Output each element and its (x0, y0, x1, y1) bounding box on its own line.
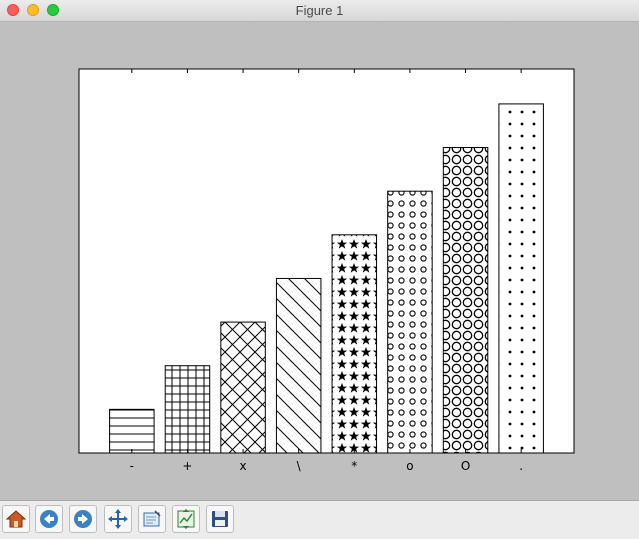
forward-arrow-icon (74, 510, 92, 528)
back-arrow-icon (40, 510, 58, 528)
bar-7 (442, 147, 489, 454)
figure-window: Figure 1 - + x \ * o O . (0, 0, 639, 539)
zoom-rect-icon (143, 510, 161, 527)
back-button[interactable] (35, 505, 63, 533)
zoom-button[interactable] (138, 505, 166, 533)
pan-button[interactable] (104, 505, 132, 533)
bar-1 (109, 408, 155, 454)
bar-5 (331, 234, 378, 454)
bar-3 (220, 321, 266, 454)
save-button[interactable] (206, 505, 234, 533)
forward-button[interactable] (69, 505, 97, 533)
figure-canvas[interactable]: - + x \ * o O. (0, 22, 639, 500)
x-tick-label: . (519, 459, 523, 473)
pan-move-icon (108, 509, 128, 529)
x-tick-label: x (240, 459, 247, 473)
save-floppy-icon (212, 511, 228, 527)
x-tick-label: - (130, 459, 134, 473)
navigation-toolbar (0, 500, 639, 539)
subplots-button[interactable] (172, 505, 200, 533)
title-bar: Figure 1 (0, 0, 639, 22)
home-icon (5, 510, 27, 528)
x-tick-label: o (406, 459, 413, 473)
x-tick-label: \ (297, 459, 302, 473)
x-tick-label: * (351, 459, 357, 473)
bar-2 (164, 365, 211, 454)
bar-6 (387, 190, 433, 454)
home-button[interactable] (2, 505, 30, 533)
x-tick-label: O (461, 459, 470, 473)
bar-8 (498, 103, 544, 454)
subplots-config-icon (177, 509, 195, 529)
bar-4 (275, 277, 322, 454)
bar-chart: - + x \ * o O. (78, 68, 575, 473)
x-tick-label: + (182, 459, 192, 473)
window-title: Figure 1 (295, 3, 344, 18)
